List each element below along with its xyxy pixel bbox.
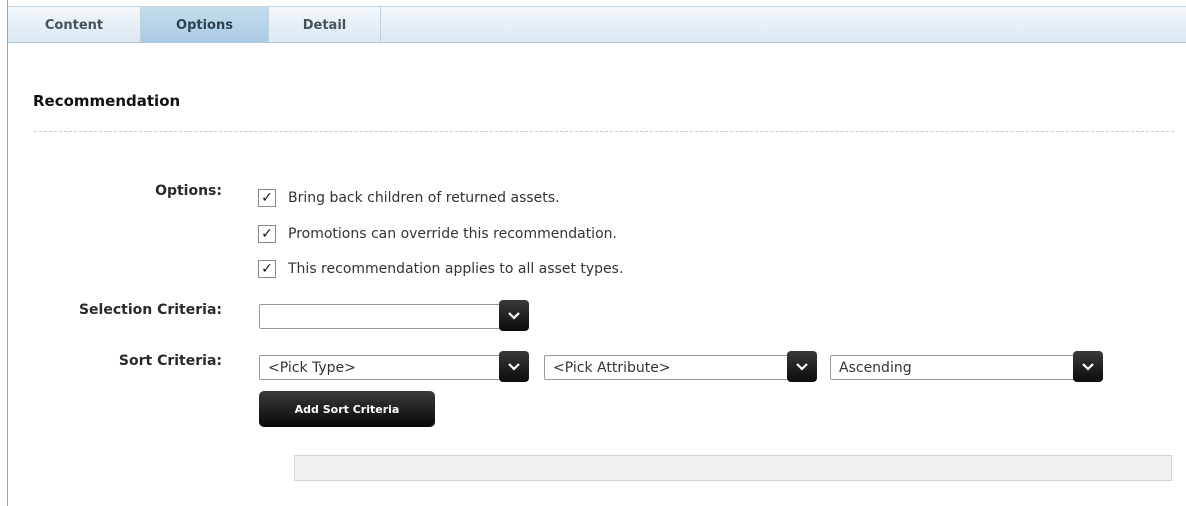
chevron-down-icon[interactable] (1073, 351, 1103, 382)
add-sort-criteria-button[interactable]: Add Sort Criteria (259, 391, 435, 427)
tab-bar: Content Options Detail (8, 6, 1186, 43)
sort-criteria-label: Sort Criteria: (118, 353, 222, 369)
tab-detail[interactable]: Detail (269, 7, 381, 43)
sort-order-select[interactable]: Ascending (830, 351, 1103, 382)
checkbox-bring-back-children[interactable]: ✓ (258, 189, 276, 207)
selection-criteria-select[interactable] (259, 300, 529, 331)
chevron-down-icon[interactable] (787, 351, 817, 382)
sort-attribute-value: <Pick Attribute> (553, 359, 671, 376)
chevron-down-icon[interactable] (499, 351, 529, 382)
options-label: Options: (155, 183, 222, 199)
option-row-promotions: ✓ Promotions can override this recommend… (258, 224, 617, 244)
option-row-children: ✓ Bring back children of returned assets… (258, 188, 560, 208)
tab-content[interactable]: Content (8, 7, 141, 43)
panel: Content Options Detail Recommendation Op… (7, 0, 1186, 506)
checkbox-label: This recommendation applies to all asset… (288, 261, 624, 277)
checkbox-label: Bring back children of returned assets. (288, 190, 560, 206)
option-row-all-types: ✓ This recommendation applies to all ass… (258, 259, 623, 279)
chevron-down-icon[interactable] (499, 300, 529, 331)
section-title: Recommendation (33, 92, 181, 110)
section-divider (34, 131, 1174, 132)
tab-options[interactable]: Options (141, 7, 269, 43)
selection-criteria-label: Selection Criteria: (78, 302, 222, 318)
sort-type-value: <Pick Type> (268, 359, 356, 376)
checkbox-label: Promotions can override this recommendat… (288, 226, 617, 242)
checkbox-all-asset-types[interactable]: ✓ (258, 260, 276, 278)
sort-type-select[interactable]: <Pick Type> (259, 351, 529, 382)
sort-attribute-select[interactable]: <Pick Attribute> (544, 351, 817, 382)
sort-order-value: Ascending (839, 359, 912, 376)
checkbox-promotions-override[interactable]: ✓ (258, 225, 276, 243)
sort-criteria-list-bar (294, 455, 1172, 481)
